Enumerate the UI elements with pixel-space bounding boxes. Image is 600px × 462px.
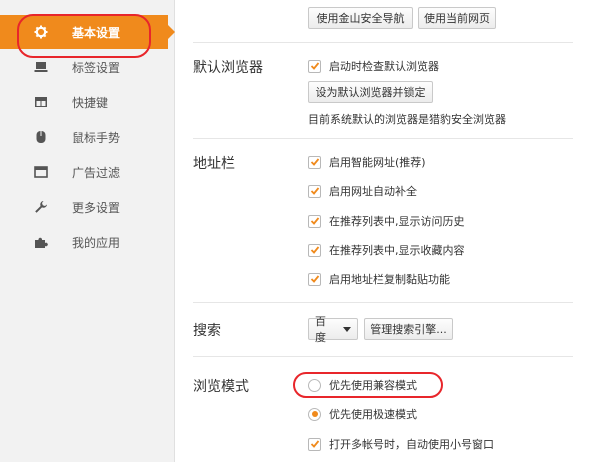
keyboard-icon [34,95,48,109]
sidebar-item-mouse-gestures[interactable]: 鼠标手势 [0,120,175,154]
highlight-annotation [293,372,443,398]
radio-speed-mode[interactable]: 优先使用极速模式 [308,406,417,422]
checkbox[interactable] [308,272,321,286]
sidebar-item-more-settings[interactable]: 更多设置 [0,190,175,224]
check-smart-url[interactable]: 启用智能网址(推荐) [308,154,426,170]
section-title-search: 搜索 [193,323,221,339]
use-safe-nav-button[interactable]: 使用金山安全导航 [308,7,413,29]
chevron-down-icon [343,326,351,332]
check-default-on-start[interactable]: 启动时检查默认浏览器 [308,58,439,74]
check-url-autocomplete[interactable]: 启用网址自动补全 [308,183,417,199]
radio-button[interactable] [308,407,321,421]
section-title-browse-mode: 浏览模式 [193,379,249,395]
laptop-icon [34,60,48,74]
divider [193,302,573,303]
checkbox-label: 启用智能网址(推荐) [329,156,426,169]
section-title-address-bar: 地址栏 [193,156,235,172]
checkbox-label: 启动时检查默认浏览器 [329,60,439,73]
divider [193,356,573,357]
checkbox[interactable] [308,59,321,73]
radio-selected-dot [311,411,318,417]
window-icon [34,165,48,179]
manage-search-engines-button[interactable]: 管理搜索引擎... [364,318,453,340]
check-copy-paste[interactable]: 启用地址栏复制黏贴功能 [308,271,450,287]
check-show-favorites[interactable]: 在推荐列表中,显示收藏内容 [308,242,465,258]
checkbox-label: 启用地址栏复制黏贴功能 [329,273,450,286]
sidebar-item-my-apps[interactable]: 我的应用 [0,225,175,259]
wrench-icon [34,200,48,214]
checkbox[interactable] [308,243,321,257]
puzzle-icon [34,235,48,249]
checkbox-label: 在推荐列表中,显示收藏内容 [329,244,465,257]
checkbox-label: 在推荐列表中,显示访问历史 [329,215,465,228]
sidebar-item-label: 我的应用 [72,235,121,250]
sidebar-item-label: 广告过滤 [72,165,121,180]
sidebar-item-label: 快捷键 [72,95,109,110]
sidebar: 基本设置 标签设置 快捷键 鼠标手势 广告过滤 更多设置 我的应用 [0,0,175,462]
checkbox[interactable] [308,437,321,451]
check-show-history[interactable]: 在推荐列表中,显示访问历史 [308,213,465,229]
default-browser-status: 目前系统默认的浏览器是猎豹安全浏览器 [308,113,506,126]
sidebar-item-label: 更多设置 [72,200,121,215]
radio-label: 优先使用极速模式 [329,408,417,421]
divider [193,138,573,139]
checkbox[interactable] [308,184,321,198]
mouse-icon [34,130,48,144]
use-current-page-button[interactable]: 使用当前网页 [418,7,496,29]
settings-panel: 使用金山安全导航 使用当前网页 默认浏览器 启动时检查默认浏览器 设为默认浏览器… [175,0,600,462]
check-multi-account[interactable]: 打开多帐号时，自动使用小号窗口 [308,436,494,452]
sidebar-item-shortcuts[interactable]: 快捷键 [0,85,175,119]
sidebar-item-label: 鼠标手势 [72,130,121,145]
checkbox-label: 启用网址自动补全 [329,185,417,198]
checkbox[interactable] [308,214,321,228]
sidebar-item-label: 标签设置 [72,60,121,75]
search-engine-value: 百度 [315,315,326,344]
checkbox-label: 打开多帐号时，自动使用小号窗口 [329,438,494,451]
highlight-annotation [17,14,151,58]
sidebar-item-ad-filter[interactable]: 广告过滤 [0,155,175,189]
set-default-browser-button[interactable]: 设为默认浏览器并锁定 [308,81,433,103]
checkbox[interactable] [308,155,321,169]
divider [193,42,573,43]
search-engine-select[interactable]: 百度 [308,315,358,344]
section-title-default-browser: 默认浏览器 [193,60,263,76]
